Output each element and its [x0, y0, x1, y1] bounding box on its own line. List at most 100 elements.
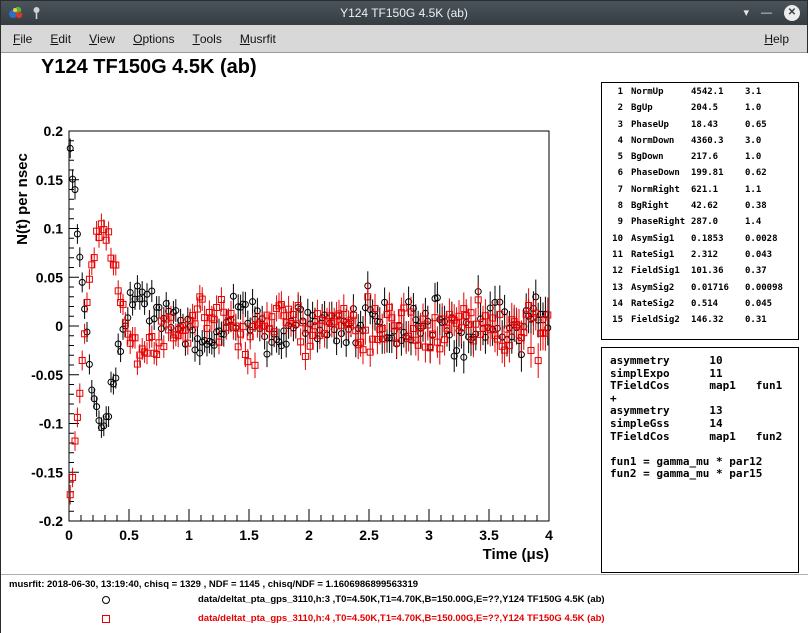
- y-tick-label: 0: [55, 318, 63, 334]
- parameter-name: RateSig1: [631, 250, 691, 260]
- parameter-name: FieldSig2: [631, 315, 691, 325]
- footer: musrfit: 2018-06-30, 13:19:40, chisq = 1…: [1, 574, 808, 633]
- parameter-idx: 3: [610, 120, 623, 130]
- parameter-row: 14RateSig20.5140.045: [610, 299, 798, 315]
- parameter-idx: 6: [610, 168, 623, 178]
- parameter-val: 0.514: [691, 299, 745, 309]
- y-tick-label: -0.2: [39, 513, 63, 529]
- parameter-row: 5BgDown217.61.0: [610, 152, 798, 168]
- pin-icon[interactable]: [31, 6, 42, 20]
- parameter-val: 0.01716: [691, 283, 745, 293]
- menu-accelerator: M: [240, 32, 250, 46]
- parameter-val: 217.6: [691, 152, 745, 162]
- parameter-row: 13AsymSig20.017160.00098: [610, 283, 798, 299]
- parameter-val: 0.1853: [691, 234, 745, 244]
- parameter-row: 7 NormRight621.11.1: [610, 185, 798, 201]
- x-tick-label: 2.5: [359, 527, 379, 543]
- menu-item-help[interactable]: Help: [755, 25, 798, 52]
- parameter-name: PhaseDown: [631, 168, 691, 178]
- parameter-name: NormRight: [631, 185, 691, 195]
- application-window: Y124 TF150G 4.5K (ab) ▾ — ✕ FileEditView…: [0, 0, 808, 633]
- parameter-val: 42.62: [691, 201, 745, 211]
- y-tick-label: -0.1: [39, 416, 63, 432]
- parameter-val: 621.1: [691, 185, 745, 195]
- parameter-row: 11RateSig12.3120.043: [610, 250, 798, 266]
- parameter-idx: 2: [610, 103, 623, 113]
- parameter-name: PhaseUp: [631, 120, 691, 130]
- parameter-row: 10 AsymSig10.18530.0028: [610, 234, 798, 250]
- minimize-button[interactable]: —: [761, 8, 772, 19]
- parameter-val: 287.0: [691, 217, 745, 227]
- theory-line: fun2 = gamma_mu * par15: [610, 467, 798, 480]
- parameter-idx: 10: [610, 234, 623, 244]
- theory-line: simpleGss 14: [610, 417, 798, 430]
- theory-line: fun1 = gamma_mu * par12: [610, 455, 798, 468]
- legend-label: data/deltat_pta_gps_3110,h:4 ,T0=4.50K,T…: [198, 613, 605, 624]
- parameter-idx: 9: [610, 217, 623, 227]
- theory-line: TFieldCos map1 fun2: [610, 430, 798, 443]
- menu-item-musrfit[interactable]: Musrfit: [231, 25, 285, 52]
- parameter-val: 204.5: [691, 103, 745, 113]
- parameter-val: 101.36: [691, 266, 745, 276]
- x-tick-label: 1.5: [239, 527, 259, 543]
- legend-row: data/deltat_pta_gps_3110,h:3 ,T0=4.50K,T…: [1, 591, 808, 610]
- parameter-err: 1.1: [745, 185, 761, 195]
- parameter-val: 146.32: [691, 315, 745, 325]
- parameter-name: BgDown: [631, 152, 691, 162]
- theory-line: simplExpo 11: [610, 367, 798, 380]
- menu-item-view[interactable]: View: [80, 25, 124, 52]
- parameter-err: 0.043: [745, 250, 772, 260]
- parameter-name: NormDown: [631, 136, 691, 146]
- legend-marker-square: [102, 615, 110, 623]
- close-button[interactable]: ✕: [784, 5, 800, 21]
- theory-line: +: [610, 392, 798, 405]
- parameter-err: 0.0028: [745, 234, 778, 244]
- plot-canvas: 00.511.522.533.54-0.2-0.15-0.1-0.0500.05…: [1, 53, 808, 574]
- parameter-row: 15FieldSig2146.320.31: [610, 315, 798, 331]
- parameter-row: 9PhaseRight287.01.4: [610, 217, 798, 233]
- legend-label: data/deltat_pta_gps_3110,h:3 ,T0=4.50K,T…: [198, 594, 605, 605]
- parameter-idx: 5: [610, 152, 623, 162]
- plot-svg: 00.511.522.533.54-0.2-0.15-0.1-0.0500.05…: [1, 53, 581, 574]
- app-icon: [8, 5, 24, 21]
- parameter-val: 18.43: [691, 120, 745, 130]
- x-tick-label: 0.5: [119, 527, 139, 543]
- parameter-row: 3PhaseUp18.430.65: [610, 120, 798, 136]
- parameter-name: RateSig2: [631, 299, 691, 309]
- menu-accelerator: O: [133, 32, 142, 46]
- parameter-val: 2.312: [691, 250, 745, 260]
- legend: data/deltat_pta_gps_3110,h:3 ,T0=4.50K,T…: [1, 591, 808, 633]
- parameter-row: 1NormUp4542.13.1: [610, 87, 798, 103]
- parameter-name: AsymSig1: [631, 234, 691, 244]
- parameter-row: 8BgRight42.620.38: [610, 201, 798, 217]
- legend-row: data/deltat_pta_gps_3110,h:4 ,T0=4.50K,T…: [1, 610, 808, 629]
- data-series-square: [67, 214, 551, 505]
- menu-accelerator: E: [50, 32, 58, 46]
- parameter-err: 3.0: [745, 136, 761, 146]
- parameter-val: 4360.3: [691, 136, 745, 146]
- parameter-err: 0.00098: [745, 283, 783, 293]
- x-tick-label: 2: [305, 527, 313, 543]
- x-tick-label: 3: [425, 527, 433, 543]
- window-menu-button[interactable]: ▾: [743, 8, 749, 19]
- theory-line: TFieldCos map1 fun1: [610, 379, 798, 392]
- legend-marker-circle: [102, 596, 110, 604]
- parameter-name: BgUp: [631, 103, 691, 113]
- menu-accelerator: H: [764, 32, 773, 46]
- menu-accelerator: F: [13, 32, 20, 46]
- menubar: FileEditViewOptionsToolsMusrfit Help: [1, 25, 807, 53]
- theory-line: asymmetry 10: [610, 354, 798, 367]
- menu-item-edit[interactable]: Edit: [41, 25, 80, 52]
- parameter-idx: 1: [610, 87, 623, 97]
- menu-item-options[interactable]: Options: [124, 25, 183, 52]
- parameter-err: 0.045: [745, 299, 772, 309]
- menu-accelerator: T: [192, 32, 199, 46]
- y-tick-label: 0.1: [44, 221, 64, 237]
- parameter-row: 2BgUp204.51.0: [610, 103, 798, 119]
- y-tick-label: 0.05: [36, 269, 63, 285]
- parameter-table: 1NormUp4542.13.12BgUp204.51.03PhaseUp18.…: [601, 82, 799, 340]
- menu-item-tools[interactable]: Tools: [183, 25, 230, 52]
- x-tick-label: 3.5: [479, 527, 499, 543]
- menu-item-file[interactable]: File: [4, 25, 41, 52]
- parameter-idx: 7: [610, 185, 623, 195]
